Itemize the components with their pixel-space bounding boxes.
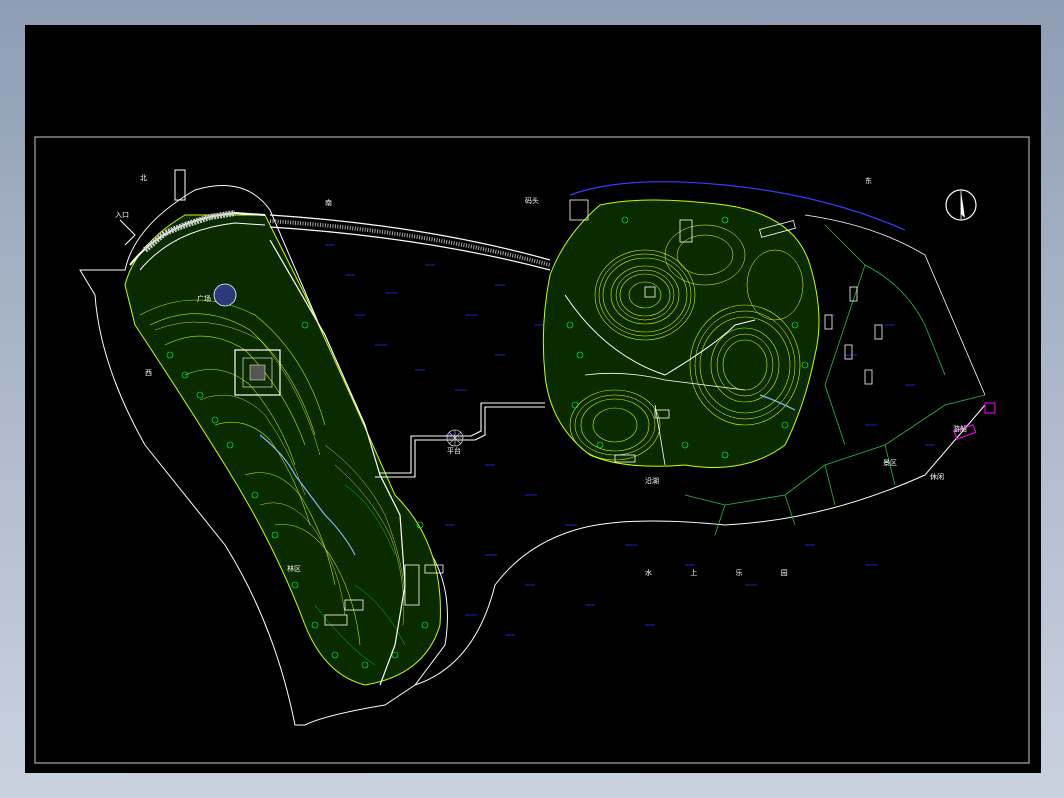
label-north-pier: 码头: [525, 196, 539, 205]
north-bridge: [269, 214, 551, 271]
label-bridge-node: 平台: [447, 446, 461, 455]
label-south-lake: 水 上 乐 园: [645, 568, 806, 577]
compass-node: [446, 429, 464, 447]
label-west-plaza: 广场: [197, 294, 211, 303]
east-boundary: [804, 214, 986, 396]
north-arrow-icon: [945, 189, 977, 221]
label-north-entry: 入口: [115, 211, 129, 219]
label-small-3: 西: [145, 369, 152, 377]
zigzag-boardwalk: [375, 402, 545, 478]
east-island: [542, 199, 820, 468]
west-island: [124, 214, 444, 686]
label-east-zone-2: 休闲: [930, 472, 944, 481]
label-west-forest: 林区: [287, 564, 301, 573]
label-small-4: 东: [865, 176, 872, 185]
label-east-zone: 景区: [883, 459, 897, 467]
east-waterfront-buildings: [824, 286, 883, 385]
label-east-shore: 沿湖: [645, 476, 659, 485]
label-small-1: 北: [140, 174, 147, 182]
site-plan-drawing: 广场 入口 平台 沿湖 水 上 乐 园 景区 休闲 林区 码头 游船 北 南 西…: [34, 136, 1030, 764]
label-boat: 游船: [953, 424, 967, 433]
label-small-2: 南: [325, 198, 332, 207]
cad-canvas: 广场 入口 平台 沿湖 水 上 乐 园 景区 休闲 林区 码头 游船 北 南 西…: [25, 25, 1041, 773]
